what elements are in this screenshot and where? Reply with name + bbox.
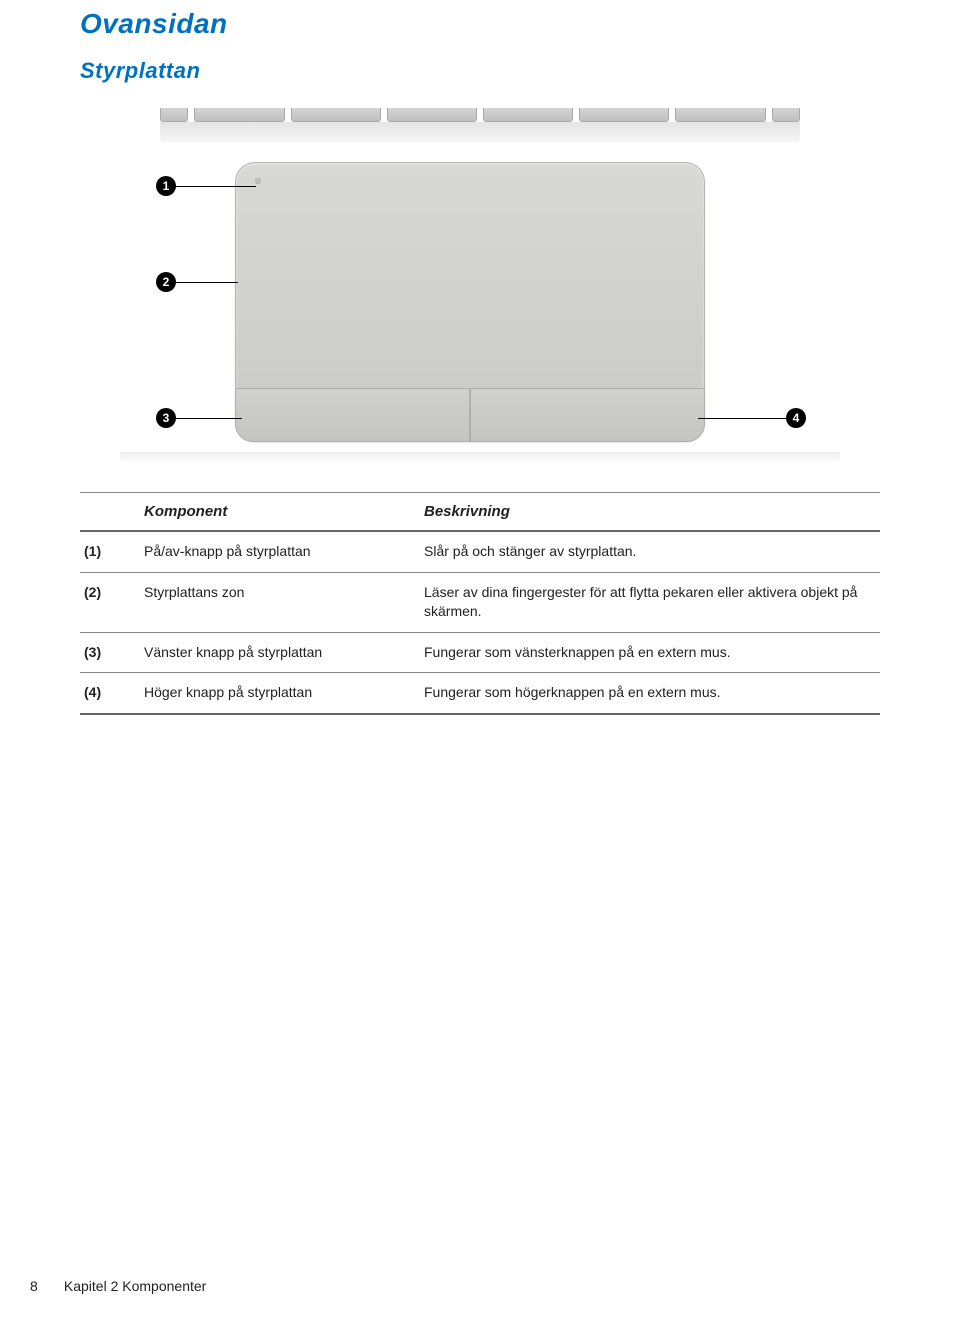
callout-3: 3 (156, 408, 176, 428)
row-number: (3) (80, 632, 140, 673)
touchpad-right-button (470, 388, 705, 442)
row-description: Fungerar som högerknappen på en extern m… (420, 673, 880, 714)
table-row: (2) Styrplattans zon Läser av dina finge… (80, 572, 880, 632)
callout-4: 4 (786, 408, 806, 428)
callout-2: 2 (156, 272, 176, 292)
table-row: (3) Vänster knapp på styrplattan Fungera… (80, 632, 880, 673)
page-number: 8 (30, 1278, 60, 1294)
components-table: Komponent Beskrivning (1) På/av-knapp på… (80, 492, 880, 715)
row-component: På/av-knapp på styrplattan (140, 531, 420, 572)
table-header-description: Beskrivning (420, 493, 880, 532)
touchpad-diagram: 1 2 3 4 (40, 108, 840, 462)
row-description: Läser av dina fingergester för att flytt… (420, 572, 880, 632)
row-component: Styrplattans zon (140, 572, 420, 632)
table-header-component: Komponent (140, 493, 420, 532)
table-row: (1) På/av-knapp på styrplattan Slår på o… (80, 531, 880, 572)
row-number: (1) (80, 531, 140, 572)
row-component: Vänster knapp på styrplattan (140, 632, 420, 673)
touchpad-left-button (235, 388, 470, 442)
row-component: Höger knapp på styrplattan (140, 673, 420, 714)
row-number: (2) (80, 572, 140, 632)
section-heading: Styrplattan (80, 58, 880, 84)
row-description: Slår på och stänger av styrplattan. (420, 531, 880, 572)
table-row: (4) Höger knapp på styrplattan Fungerar … (80, 673, 880, 714)
callout-1: 1 (156, 176, 176, 196)
chapter-label: Kapitel 2 Komponenter (64, 1278, 206, 1294)
row-number: (4) (80, 673, 140, 714)
page-heading: Ovansidan (80, 8, 880, 40)
row-description: Fungerar som vänsterknappen på en extern… (420, 632, 880, 673)
touchpad-light (255, 178, 261, 184)
page-footer: 8 Kapitel 2 Komponenter (30, 1278, 206, 1294)
